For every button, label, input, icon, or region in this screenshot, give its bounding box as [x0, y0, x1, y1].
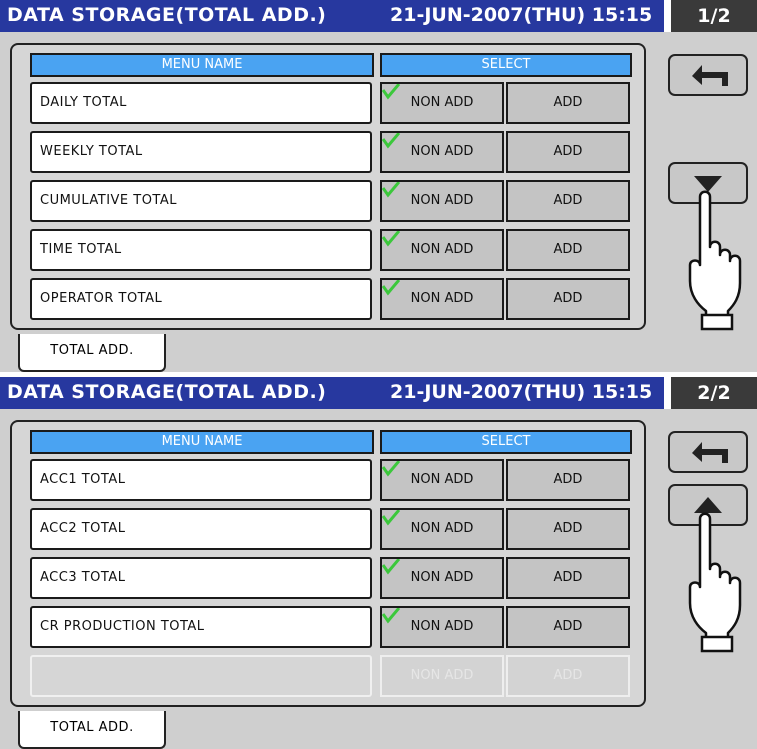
back-button[interactable]: [668, 431, 748, 473]
check-icon: [382, 608, 400, 624]
non-add-label: NON ADD: [410, 472, 474, 487]
non-add-label: NON ADD: [410, 619, 474, 634]
add-label: ADD: [553, 95, 583, 110]
screen-title: DATA STORAGE(TOTAL ADD.): [7, 4, 327, 26]
page-indicator: 2/2: [671, 377, 757, 409]
non-add-button-disabled: NON ADD: [380, 655, 504, 697]
non-add-button[interactable]: NON ADD: [380, 131, 504, 173]
pointing-hand-icon: [688, 190, 742, 331]
back-button[interactable]: [668, 54, 748, 96]
check-icon: [382, 510, 400, 526]
menu-name-cell-empty: [30, 655, 372, 697]
add-button[interactable]: ADD: [506, 459, 630, 501]
add-label: ADD: [553, 668, 583, 683]
check-icon: [382, 280, 400, 296]
pointing-hand-icon: [688, 512, 742, 653]
menu-name-cell: CR PRODUCTION TOTAL: [30, 606, 372, 648]
add-button[interactable]: ADD: [506, 131, 630, 173]
tab-total-add[interactable]: TOTAL ADD.: [18, 711, 166, 749]
non-add-button[interactable]: NON ADD: [380, 606, 504, 648]
add-label: ADD: [553, 472, 583, 487]
content-area: MENU NAME SELECT ACC1 TOTAL NON ADD ADD …: [0, 409, 757, 749]
menu-name-cell: ACC1 TOTAL: [30, 459, 372, 501]
screen-title: DATA STORAGE(TOTAL ADD.): [7, 381, 327, 403]
title-bar: DATA STORAGE(TOTAL ADD.) 21-JUN-2007(THU…: [0, 0, 664, 32]
non-add-label: NON ADD: [410, 570, 474, 585]
check-icon: [382, 461, 400, 477]
menu-table-frame: MENU NAME SELECT ACC1 TOTAL NON ADD ADD …: [10, 420, 646, 707]
menu-name-cell: OPERATOR TOTAL: [30, 278, 372, 320]
add-label: ADD: [553, 291, 583, 306]
non-add-label: NON ADD: [410, 95, 474, 110]
add-button-disabled: ADD: [506, 655, 630, 697]
date-time: 21-JUN-2007(THU) 15:15: [390, 4, 653, 26]
add-button[interactable]: ADD: [506, 508, 630, 550]
menu-name-cell: ACC2 TOTAL: [30, 508, 372, 550]
column-header-select: SELECT: [380, 53, 632, 77]
non-add-button[interactable]: NON ADD: [380, 180, 504, 222]
check-icon: [382, 84, 400, 100]
non-add-label: NON ADD: [410, 144, 474, 159]
add-button[interactable]: ADD: [506, 180, 630, 222]
menu-name-cell: TIME TOTAL: [30, 229, 372, 271]
check-icon: [382, 231, 400, 247]
add-button[interactable]: ADD: [506, 229, 630, 271]
title-bar: DATA STORAGE(TOTAL ADD.) 21-JUN-2007(THU…: [0, 377, 664, 409]
non-add-label: NON ADD: [410, 668, 474, 683]
check-icon: [382, 182, 400, 198]
screen-page-1: DATA STORAGE(TOTAL ADD.) 21-JUN-2007(THU…: [0, 0, 757, 372]
non-add-label: NON ADD: [410, 521, 474, 536]
add-label: ADD: [553, 144, 583, 159]
non-add-label: NON ADD: [410, 242, 474, 257]
add-button[interactable]: ADD: [506, 557, 630, 599]
tab-total-add[interactable]: TOTAL ADD.: [18, 334, 166, 372]
column-header-menu-name: MENU NAME: [30, 53, 374, 77]
date-time: 21-JUN-2007(THU) 15:15: [390, 381, 653, 403]
back-arrow-icon: [692, 442, 728, 463]
non-add-button[interactable]: NON ADD: [380, 459, 504, 501]
menu-table-frame: MENU NAME SELECT DAILY TOTAL NON ADD ADD…: [10, 43, 646, 330]
menu-name-cell: ACC3 TOTAL: [30, 557, 372, 599]
non-add-button[interactable]: NON ADD: [380, 278, 504, 320]
page-indicator: 1/2: [671, 0, 757, 32]
non-add-button[interactable]: NON ADD: [380, 508, 504, 550]
add-label: ADD: [553, 570, 583, 585]
menu-name-cell: WEEKLY TOTAL: [30, 131, 372, 173]
add-label: ADD: [553, 521, 583, 536]
add-label: ADD: [553, 619, 583, 634]
check-icon: [382, 559, 400, 575]
add-button[interactable]: ADD: [506, 82, 630, 124]
menu-name-cell: CUMULATIVE TOTAL: [30, 180, 372, 222]
non-add-label: NON ADD: [410, 193, 474, 208]
non-add-label: NON ADD: [410, 291, 474, 306]
screen-page-2: DATA STORAGE(TOTAL ADD.) 21-JUN-2007(THU…: [0, 377, 757, 749]
menu-name-cell: DAILY TOTAL: [30, 82, 372, 124]
content-area: MENU NAME SELECT DAILY TOTAL NON ADD ADD…: [0, 32, 757, 372]
back-arrow-icon: [692, 65, 728, 86]
non-add-button[interactable]: NON ADD: [380, 229, 504, 271]
column-header-select: SELECT: [380, 430, 632, 454]
column-header-menu-name: MENU NAME: [30, 430, 374, 454]
non-add-button[interactable]: NON ADD: [380, 82, 504, 124]
non-add-button[interactable]: NON ADD: [380, 557, 504, 599]
add-button[interactable]: ADD: [506, 278, 630, 320]
add-label: ADD: [553, 242, 583, 257]
check-icon: [382, 133, 400, 149]
add-button[interactable]: ADD: [506, 606, 630, 648]
add-label: ADD: [553, 193, 583, 208]
